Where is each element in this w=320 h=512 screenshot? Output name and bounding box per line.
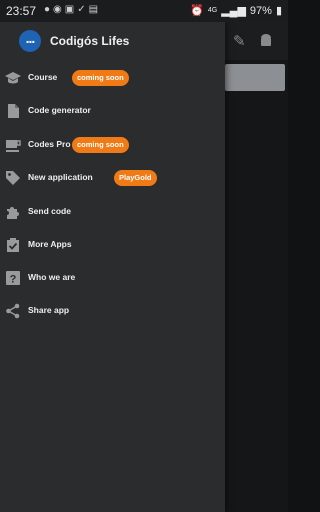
more-dots-icon: ... xyxy=(25,30,36,46)
drawer-header: ... Codigós Lifes xyxy=(0,22,225,60)
menu-item-share-app[interactable]: Share app xyxy=(0,296,225,326)
menu-item-label: Share app xyxy=(28,305,70,315)
status-bar: 23:57 ● ◉ ▣ ✓ ▤ ⏰ 4G ▂▄▆ 97% ▮ xyxy=(0,0,288,22)
puzzle-icon xyxy=(5,204,21,220)
signal-icon: ▂▄▆ xyxy=(221,5,246,17)
menu-item-label: Code generator xyxy=(28,105,91,115)
menu-item-label: Who we are xyxy=(28,272,76,282)
menu-item-send-code[interactable]: Send code xyxy=(0,197,225,227)
coming-soon-badge: coming soon xyxy=(72,137,129,153)
status-time: 23:57 xyxy=(6,4,37,18)
menu-item-label: Course xyxy=(28,72,58,82)
app-avatar[interactable]: ... xyxy=(19,30,41,52)
battery-level: 97% xyxy=(249,4,272,17)
help-icon: ? xyxy=(5,270,21,286)
svg-text:?: ? xyxy=(10,274,17,286)
navigation-drawer: ... Codigós Lifes Course coming soon Cod… xyxy=(0,22,225,512)
menu-item-codes-pro[interactable]: Codes Pro coming soon xyxy=(0,130,225,160)
network-type: 4G xyxy=(207,7,218,14)
alarm-icon: ⏰ xyxy=(190,5,204,17)
message-icon: ▣ xyxy=(64,4,75,15)
menu-item-new-application[interactable]: New application PlayGold xyxy=(0,163,225,193)
menu-item-label: Send code xyxy=(28,206,71,216)
coffee-icon xyxy=(5,137,21,153)
menu-item-more-apps[interactable]: More Apps xyxy=(0,230,225,260)
app-title: Codigós Lifes xyxy=(50,34,130,48)
menu-item-label: More Apps xyxy=(28,239,72,249)
tag-icon xyxy=(5,170,21,186)
clipboard-check-icon xyxy=(5,237,21,253)
menu-item-course[interactable]: Course coming soon xyxy=(0,63,225,93)
background-toolbar: ✎ xyxy=(225,22,288,60)
battery-icon: ▮ xyxy=(275,5,282,17)
android-icon[interactable] xyxy=(259,32,273,48)
edit-icon[interactable]: ✎ xyxy=(233,32,246,50)
menu-item-who-we-are[interactable]: ? Who we are xyxy=(0,263,225,293)
system-icons: ⏰ 4G ▂▄▆ 97% ▮ xyxy=(190,4,282,18)
menu-item-label: New application xyxy=(28,172,93,182)
playgold-badge: PlayGold xyxy=(114,170,157,186)
menu-item-code-generator[interactable]: Code generator xyxy=(0,96,225,126)
notification-dot-icon: ● xyxy=(44,4,51,15)
notification-icons: ● ◉ ▣ ✓ ▤ xyxy=(44,4,98,15)
background-card[interactable] xyxy=(225,64,285,91)
check-icon: ✓ xyxy=(77,4,86,15)
share-icon xyxy=(5,303,21,319)
graduation-cap-icon xyxy=(5,70,21,86)
file-icon xyxy=(5,103,21,119)
app-notification-icon: ▤ xyxy=(88,4,99,15)
whatsapp-icon: ◉ xyxy=(53,4,62,15)
coming-soon-badge: coming soon xyxy=(72,70,129,86)
menu-item-label: Codes Pro xyxy=(28,139,71,149)
